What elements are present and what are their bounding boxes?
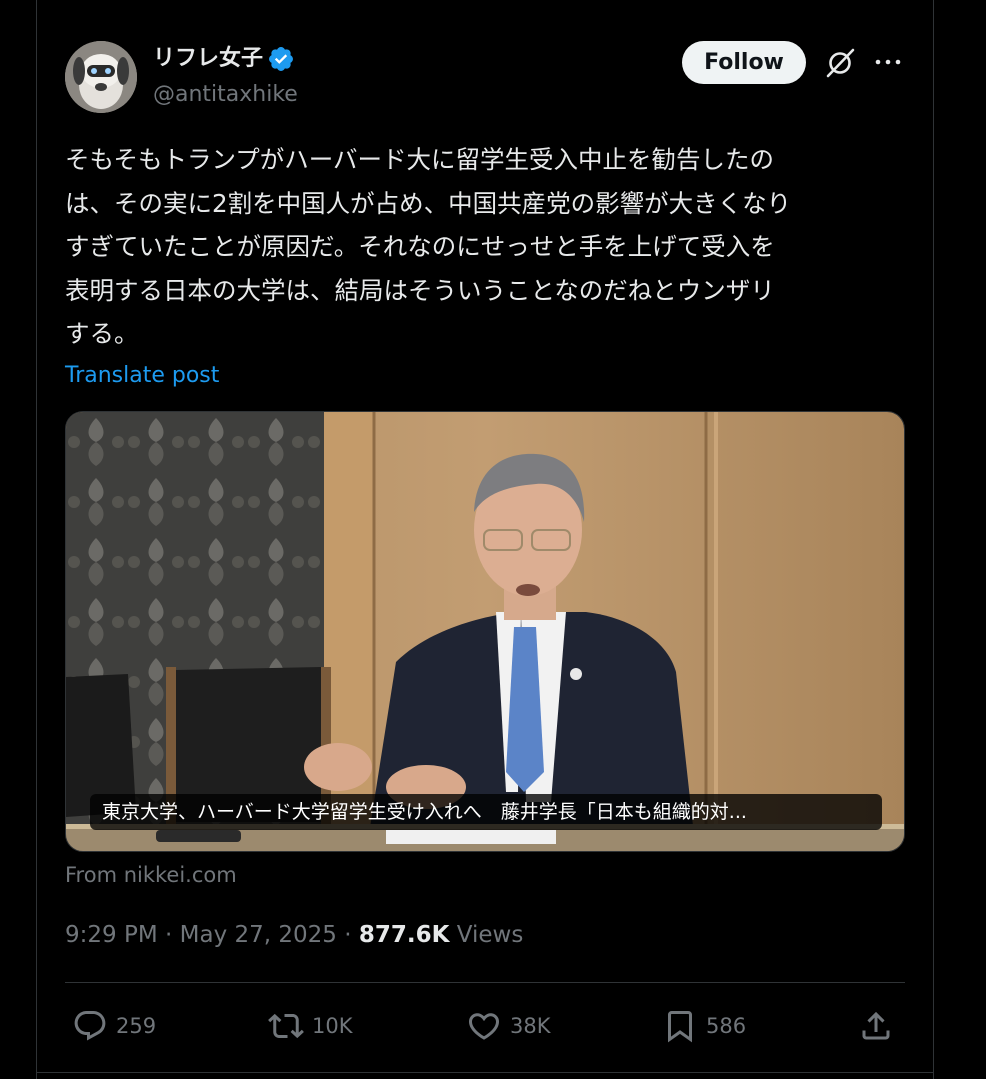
- bookmark-icon: [668, 1011, 692, 1043]
- views-count: 877.6K: [358, 922, 450, 948]
- author-handle[interactable]: @antitaxhike: [153, 80, 298, 110]
- bookmark-button[interactable]: 586: [662, 1006, 746, 1046]
- grok-icon[interactable]: [823, 46, 857, 80]
- repost-icon: [268, 1013, 304, 1039]
- like-button[interactable]: 38K: [466, 1006, 551, 1046]
- like-count: 38K: [510, 1014, 551, 1038]
- translate-post-link[interactable]: Translate post: [65, 360, 219, 392]
- divider-bottom: [36, 1072, 934, 1073]
- interview-photo: [66, 412, 904, 851]
- link-source[interactable]: From nikkei.com: [65, 860, 237, 890]
- meta-separator: ·: [165, 922, 173, 948]
- verified-badge-icon[interactable]: [267, 45, 295, 73]
- author-avatar[interactable]: [65, 41, 137, 113]
- share-button[interactable]: [858, 1006, 894, 1046]
- heart-icon: [468, 1013, 500, 1040]
- post-time[interactable]: 9:29 PM: [65, 922, 158, 948]
- post-text: そもそもトランプがハーバード大に留学生受入中止を勧告したの は、その実に2割を中…: [65, 145, 792, 348]
- share-icon: [862, 1011, 890, 1040]
- more-dots-icon[interactable]: [872, 52, 904, 72]
- views-label: Views: [456, 922, 524, 948]
- link-card-caption[interactable]: 東京大学、ハーバード大学留学生受け入れへ 藤井学長「日本も組織的対...: [90, 794, 882, 830]
- post-date[interactable]: May 27, 2025: [180, 922, 337, 948]
- post-meta: 9:29 PM · May 27, 2025 · 877.6K Views: [65, 919, 523, 951]
- author-display-name[interactable]: リフレ女子: [153, 44, 295, 74]
- repost-count: 10K: [312, 1014, 353, 1038]
- follow-button[interactable]: Follow: [682, 41, 806, 84]
- bookmark-count: 586: [706, 1014, 747, 1038]
- divider-top: [65, 982, 905, 983]
- display-name-text: リフレ女子: [153, 46, 264, 71]
- meta-separator-2: ·: [344, 922, 352, 948]
- link-card-image[interactable]: [65, 411, 905, 852]
- robot-dog-avatar-icon: [65, 41, 137, 113]
- reply-count: 259: [116, 1014, 157, 1038]
- reply-button[interactable]: 259: [72, 1006, 156, 1046]
- reply-icon: [74, 1011, 106, 1041]
- repost-button[interactable]: 10K: [268, 1006, 353, 1046]
